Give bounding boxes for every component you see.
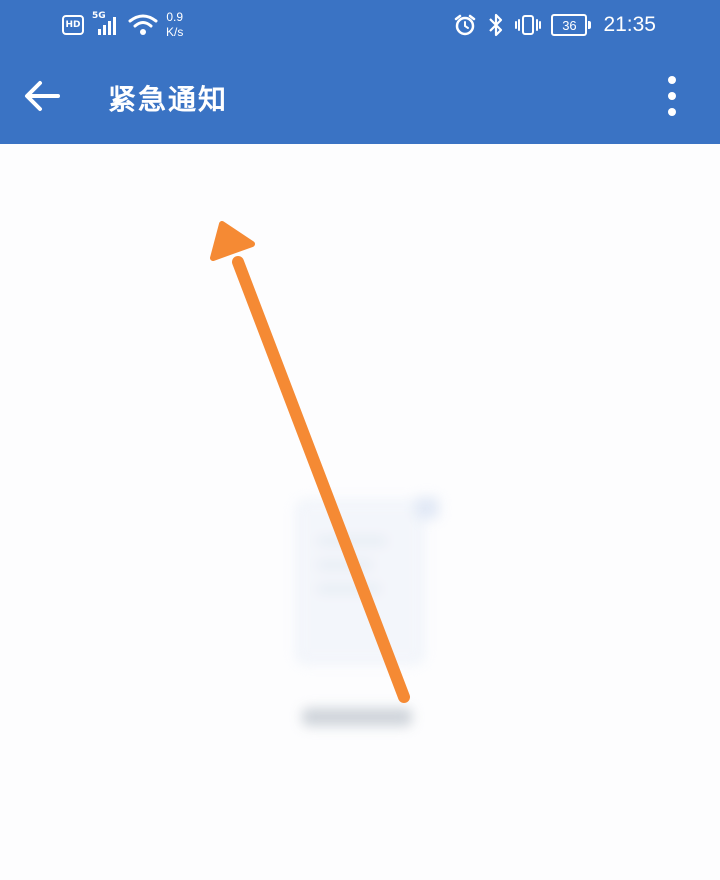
wifi-icon	[128, 14, 158, 35]
back-button[interactable]	[20, 74, 64, 118]
empty-state-text	[296, 708, 418, 731]
page-title: 紧急通知	[108, 83, 229, 116]
battery-icon: 36	[551, 14, 592, 36]
alarm-icon	[455, 14, 476, 36]
status-time: 21:35	[603, 13, 656, 36]
status-bar: HD 5G 0.9 K/s 36 21:35	[0, 0, 720, 48]
status-bar-right: 36 21:35	[453, 8, 656, 42]
network-speed: 0.9 K/s	[166, 10, 183, 40]
more-options-button[interactable]	[658, 72, 686, 120]
status-bar-left: HD 5G 0.9 K/s	[62, 8, 183, 42]
network-speed-unit: K/s	[166, 25, 184, 39]
hd-icon: HD	[62, 15, 84, 35]
arrow-left-icon	[25, 81, 60, 111]
content-area	[0, 144, 720, 880]
battery-level: 36	[562, 17, 577, 33]
network-speed-value: 0.9	[166, 10, 184, 24]
bluetooth-icon	[489, 13, 503, 37]
toolbar: 紧急通知	[0, 48, 720, 144]
signal-5g-icon: 5G	[92, 11, 122, 37]
app-header: HD 5G 0.9 K/s 36 21:35 紧急通知	[0, 0, 720, 144]
vibrate-icon	[515, 15, 542, 35]
empty-document-icon	[296, 497, 439, 664]
empty-state	[0, 144, 720, 880]
